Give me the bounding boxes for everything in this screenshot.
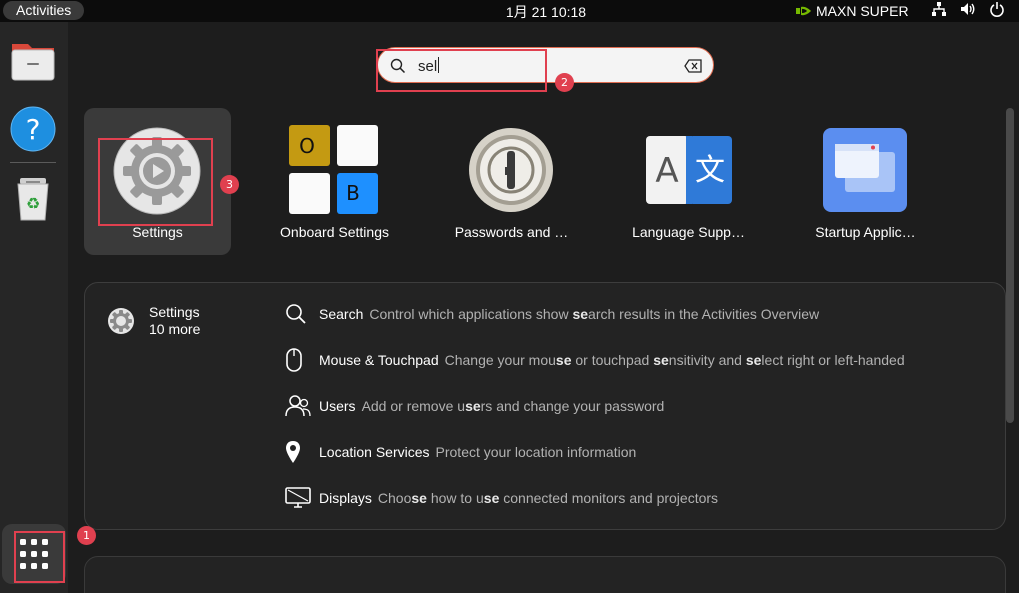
settings-provider-icon[interactable] bbox=[107, 307, 135, 335]
key-o: O bbox=[299, 134, 315, 158]
result-row-search[interactable]: Search Control which applications show s… bbox=[285, 301, 819, 327]
annotation-box-1 bbox=[14, 531, 65, 583]
files-icon bbox=[11, 44, 55, 81]
annotation-box-2 bbox=[376, 49, 547, 92]
result-title: Users bbox=[319, 398, 356, 414]
result-description: Control which applications show search r… bbox=[369, 306, 819, 322]
onboard-keyboard-icon: O B bbox=[289, 125, 378, 214]
app-label: Passwords and … bbox=[454, 224, 569, 240]
app-label: Startup Applic… bbox=[815, 224, 916, 240]
power-mode-indicator[interactable]: MAXN SUPER bbox=[796, 2, 909, 20]
description-text: connected monitors and projectors bbox=[499, 490, 719, 506]
dock-item-files[interactable] bbox=[8, 36, 58, 86]
glyph-zh: 文 bbox=[695, 153, 725, 188]
result-description: Add or remove users and change your pass… bbox=[362, 398, 665, 414]
search-results-panel: Settings 10 more Search Control which ap… bbox=[84, 282, 1006, 530]
result-row-displays[interactable]: Displays Choose how to use connected mon… bbox=[285, 485, 718, 511]
match-highlight: se bbox=[483, 490, 500, 506]
dock-separator bbox=[10, 162, 56, 163]
users-icon bbox=[285, 395, 311, 417]
description-text: Control which applications show bbox=[369, 306, 573, 322]
app-tile-passwords[interactable]: Passwords and … bbox=[438, 108, 585, 255]
result-row-mouse-touchpad[interactable]: Mouse & Touchpad Change your mouse or to… bbox=[285, 347, 905, 373]
match-highlight: se bbox=[411, 490, 427, 506]
trash-icon: ♻ bbox=[17, 178, 49, 221]
app-tile-onboard-settings[interactable]: O B Onboard Settings bbox=[261, 108, 408, 255]
result-title: Mouse & Touchpad bbox=[319, 352, 439, 368]
help-icon: ? bbox=[10, 106, 56, 152]
description-text: arch results in the Activities Overview bbox=[588, 306, 820, 322]
match-highlight: se bbox=[572, 306, 589, 322]
description-text: rs and change your password bbox=[480, 398, 665, 414]
mouse-icon bbox=[286, 348, 302, 372]
dock-item-trash[interactable]: ♻ bbox=[8, 174, 58, 224]
svg-text:♻: ♻ bbox=[26, 194, 40, 213]
dock: ? ♻ bbox=[0, 22, 68, 593]
description-text: nsitivity and bbox=[668, 352, 746, 368]
result-title: Displays bbox=[319, 490, 372, 506]
annotation-badge-2: 2 bbox=[555, 73, 574, 92]
description-text: lect right or left-handed bbox=[761, 352, 905, 368]
result-row-users[interactable]: Users Add or remove users and change you… bbox=[285, 393, 664, 419]
key-b: B bbox=[346, 181, 360, 205]
description-text: Change your mou bbox=[444, 352, 556, 368]
search-icon bbox=[286, 304, 306, 324]
description-text: Choo bbox=[377, 490, 412, 506]
provider-more-count[interactable]: 10 more bbox=[149, 321, 200, 337]
power-icon bbox=[990, 2, 1004, 17]
result-title: Location Services bbox=[319, 444, 430, 460]
power-mode-label: MAXN SUPER bbox=[816, 3, 909, 19]
system-menu[interactable] bbox=[931, 1, 1005, 17]
startup-applications-icon bbox=[823, 128, 907, 212]
app-tile-language-support[interactable]: A 文 Language Supp… bbox=[615, 108, 762, 255]
scrollbar[interactable] bbox=[1006, 108, 1014, 423]
glyph-a: A bbox=[655, 151, 678, 191]
result-title: Search bbox=[319, 306, 364, 322]
language-support-icon: A 文 bbox=[646, 136, 732, 204]
network-icon bbox=[932, 2, 946, 16]
passwords-keyring-icon bbox=[469, 128, 553, 212]
match-highlight: se bbox=[555, 352, 572, 368]
annotation-badge-3: 3 bbox=[220, 175, 239, 194]
top-bar: Activities 1月 21 10:18 MAXN SUPER bbox=[0, 0, 1019, 22]
app-tile-startup-applications[interactable]: Startup Applic… bbox=[792, 108, 939, 255]
location-pin-icon bbox=[286, 441, 300, 463]
backspace-clear-icon[interactable] bbox=[684, 59, 702, 73]
match-highlight: se bbox=[653, 352, 669, 368]
match-highlight: se bbox=[745, 352, 762, 368]
app-label: Onboard Settings bbox=[280, 224, 389, 240]
description-text: Add or remove u bbox=[361, 398, 466, 414]
match-highlight: se bbox=[465, 398, 481, 414]
provider-name: Settings bbox=[149, 304, 200, 320]
result-row-location-services[interactable]: Location Services Protect your location … bbox=[285, 439, 636, 465]
nvidia-logo-icon bbox=[796, 6, 811, 16]
volume-icon bbox=[961, 3, 975, 15]
app-label: Settings bbox=[132, 224, 183, 240]
description-text: Protect your location information bbox=[435, 444, 637, 460]
display-icon bbox=[285, 487, 311, 508]
result-description: Change your mouse or touchpad sensitivit… bbox=[445, 352, 905, 368]
dock-item-help[interactable]: ? bbox=[8, 104, 58, 154]
app-label: Language Supp… bbox=[632, 224, 745, 240]
description-text: or touchpad bbox=[571, 352, 654, 368]
description-text: how to u bbox=[426, 490, 484, 506]
search-results-panel-next bbox=[84, 556, 1006, 593]
annotation-badge-1: 1 bbox=[77, 526, 96, 545]
annotation-box-3 bbox=[98, 138, 213, 226]
svg-text:?: ? bbox=[26, 113, 41, 146]
result-description: Choose how to use connected monitors and… bbox=[378, 490, 718, 506]
result-description: Protect your location information bbox=[436, 444, 637, 460]
